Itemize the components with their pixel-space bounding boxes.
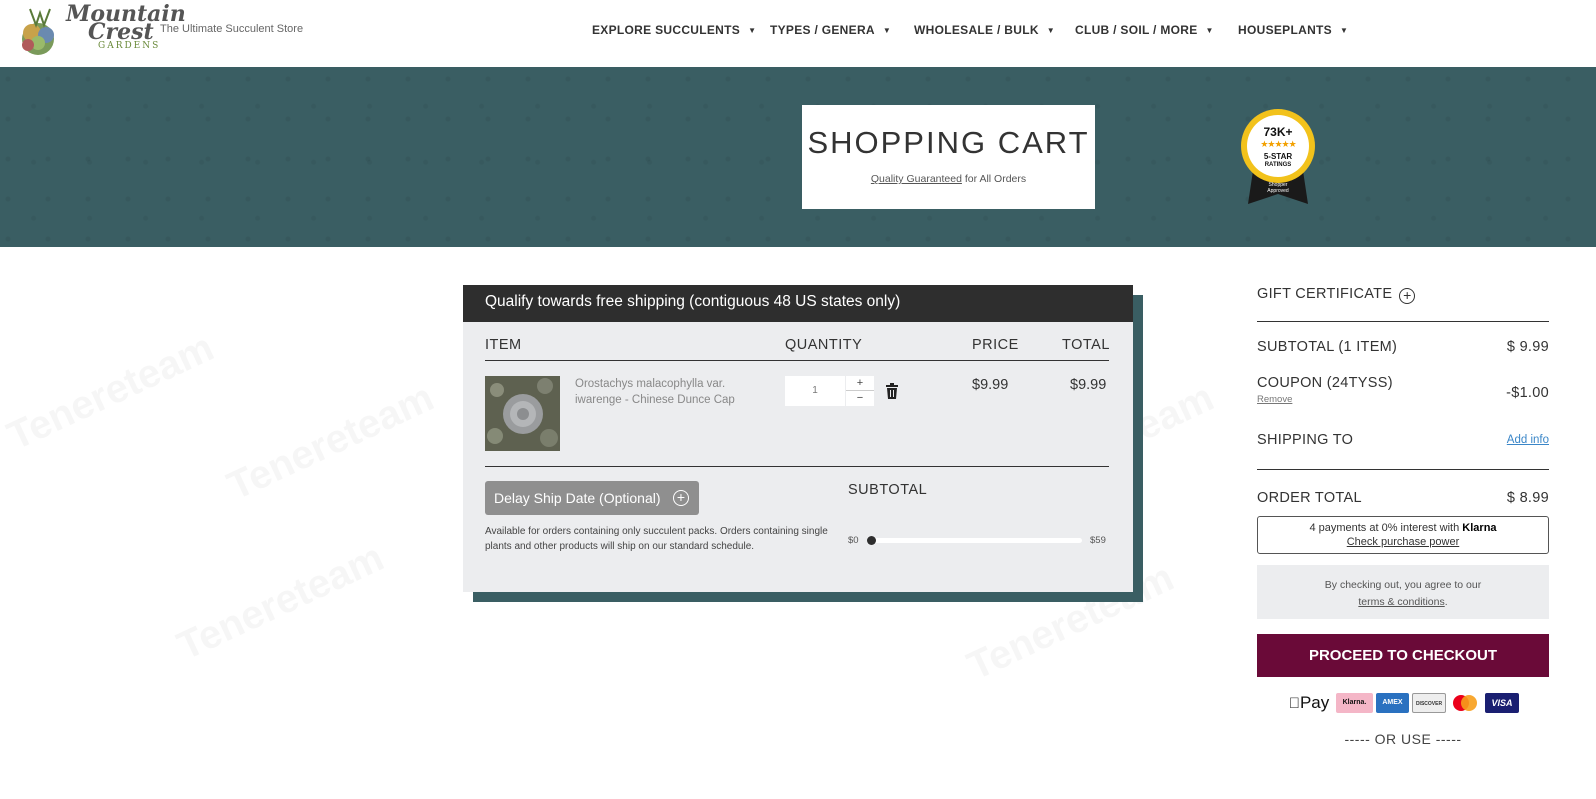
page-subtitle: Quality Guaranteed for All Orders: [870, 173, 1027, 185]
gift-certificate-toggle[interactable]: GIFT CERTIFICATE +: [1257, 286, 1549, 304]
discover-icon: DISCOVER: [1412, 693, 1446, 713]
caret-down-icon: ▼: [1205, 26, 1214, 35]
order-total-value: $ 8.99: [1506, 490, 1549, 506]
shopper-approved-badge[interactable]: 73K+ ★★★★★ 5-STAR RATINGS Shopper Approved: [1240, 108, 1316, 208]
badge-approved: Shopper Approved: [1267, 182, 1289, 194]
divider: [485, 466, 1109, 467]
shipping-row: SHIPPING TO: [1257, 432, 1354, 448]
caret-down-icon: ▼: [1046, 26, 1056, 35]
or-use-divider: ----- OR USE -----: [1344, 731, 1462, 747]
subtotal-heading: SUBTOTAL: [848, 482, 928, 498]
check-purchase-power-link[interactable]: Check purchase power: [1347, 536, 1460, 548]
delay-ship-note: Available for orders containing only suc…: [485, 526, 828, 552]
proceed-to-checkout-button[interactable]: PROCEED TO CHECKOUT: [1257, 634, 1549, 677]
badge-caption: 5-STAR RATINGS: [1263, 152, 1293, 169]
terms-box: By checking out, you agree to our terms …: [1257, 565, 1549, 619]
watermark: Tenereteam: [221, 375, 441, 509]
badge-count: 73K+: [1263, 125, 1293, 139]
quality-guaranteed-link[interactable]: Quality Guaranteed: [871, 173, 962, 185]
caret-down-icon: ▼: [1339, 26, 1349, 35]
klarna-logo: Klarna: [1462, 522, 1497, 534]
apple-pay-icon: Pay: [1289, 693, 1330, 712]
klarna-box: 4 payments at 0% interest with Klarna Ch…: [1257, 516, 1549, 554]
remove-coupon-link[interactable]: Remove: [1257, 394, 1292, 405]
cart-card: Qualify towards free shipping (contiguou…: [463, 285, 1133, 592]
nav-club-soil-more[interactable]: CLUB / SOIL / MORE ▼: [1075, 23, 1214, 37]
column-total: TOTAL: [1062, 337, 1110, 353]
site-header: Mountain Crest GARDENS The Ultimate Succ…: [0, 0, 1596, 67]
product-thumbnail[interactable]: [485, 376, 560, 451]
column-item: ITEM: [485, 337, 522, 353]
quantity-stepper: + −: [846, 376, 874, 406]
item-price: $9.99: [972, 377, 1009, 393]
watermark: Tenereteam: [171, 535, 391, 669]
column-quantity: QUANTITY: [785, 337, 863, 353]
succulent-photo: [485, 376, 560, 451]
product-name[interactable]: Orostachys malacophylla var. iwarenge - …: [575, 376, 765, 408]
free-shipping-progress-bar: [867, 538, 1082, 543]
item-total: $9.99: [1070, 377, 1107, 393]
page-title: SHOPPING CART: [807, 125, 1090, 160]
plus-circle-icon: +: [673, 490, 689, 506]
nav-explore-succulents[interactable]: EXPLORE SUCCULENTS ▼: [592, 23, 756, 37]
page-title-box: SHOPPING CART Quality Guaranteed for All…: [802, 105, 1095, 209]
caret-down-icon: ▼: [748, 26, 757, 35]
delay-ship-date-button[interactable]: Delay Ship Date (Optional) +: [485, 481, 699, 515]
trash-icon[interactable]: [885, 383, 899, 399]
nav-wholesale-bulk[interactable]: WHOLESALE / BULK ▼: [914, 23, 1055, 37]
caret-down-icon: ▼: [882, 26, 892, 35]
divider: [485, 360, 1109, 361]
watermark: Tenereteam: [1, 325, 221, 459]
coupon-value: -$1.00: [1506, 385, 1549, 401]
progress-max-label: $59: [1090, 535, 1106, 546]
subtotal-value: $ 9.99: [1506, 339, 1549, 355]
nav-houseplants[interactable]: HOUSEPLANTS ▼: [1238, 23, 1348, 37]
increase-quantity-button[interactable]: +: [846, 376, 874, 391]
progress-indicator: [867, 536, 876, 545]
amex-icon: AMEX: [1376, 693, 1409, 713]
column-price: PRICE: [972, 337, 1019, 353]
add-shipping-info-link[interactable]: Add info: [1507, 434, 1549, 446]
subtotal-row: SUBTOTAL (1 ITEM) $ 9.99: [1257, 339, 1549, 355]
mastercard-icon: [1449, 693, 1481, 713]
quantity-input[interactable]: 1: [785, 376, 845, 406]
coupon-row: COUPON (24TYSS) -$1.00: [1257, 375, 1549, 401]
divider: [1257, 321, 1549, 322]
visa-icon: VISA: [1485, 693, 1519, 713]
cart-banner: [0, 67, 1596, 247]
klarna-icon: Klarna.: [1336, 693, 1373, 713]
progress-min-label: $0: [848, 535, 859, 546]
terms-link[interactable]: terms & conditions: [1358, 596, 1444, 608]
divider: [1257, 469, 1549, 470]
badge-stars: ★★★★★: [1260, 139, 1296, 149]
main-nav: EXPLORE SUCCULENTS ▼ TYPES / GENERA ▼ WHOL…: [0, 23, 1596, 39]
order-total-row: ORDER TOTAL $ 8.99: [1257, 490, 1549, 506]
nav-types-genera[interactable]: TYPES / GENERA ▼: [770, 23, 891, 37]
plus-circle-icon: +: [1399, 288, 1416, 304]
decrease-quantity-button[interactable]: −: [846, 391, 874, 406]
free-shipping-heading: Qualify towards free shipping (contiguou…: [463, 285, 1133, 322]
